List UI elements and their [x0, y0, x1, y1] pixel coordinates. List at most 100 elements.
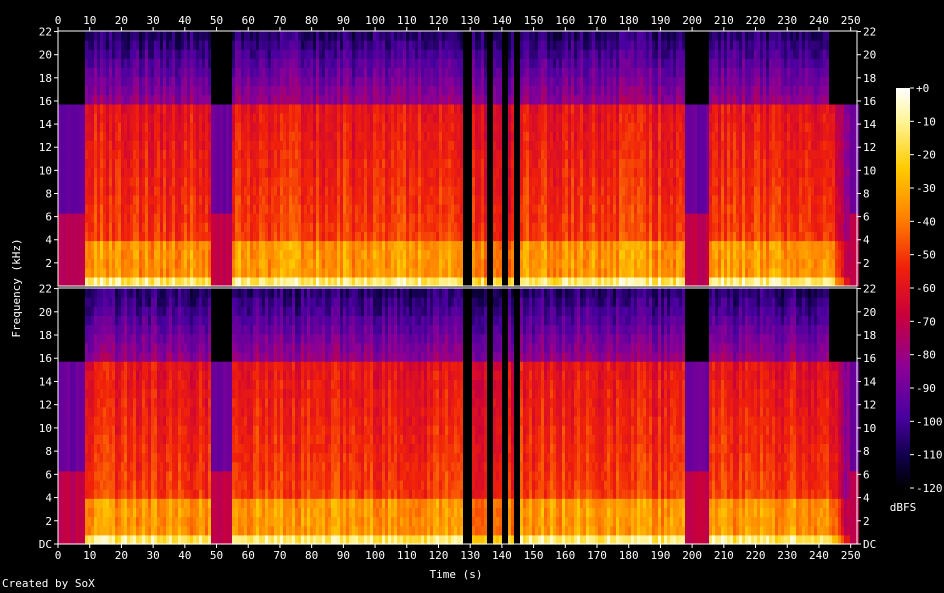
- spectrogram-cell: [85, 213, 88, 223]
- spectrogram-cell: [94, 94, 97, 105]
- spectrogram-cell: [337, 204, 340, 214]
- spectrogram-cell: [583, 158, 586, 169]
- spectrogram-cell: [97, 267, 100, 278]
- spectrogram-cell: [130, 49, 133, 59]
- spectrogram-cell: [424, 213, 427, 223]
- spectrogram-cell: [268, 167, 271, 178]
- spectrogram-cell: [115, 204, 118, 214]
- spectrogram-cell: [427, 213, 430, 223]
- spectrogram-cell: [397, 176, 400, 187]
- spectrogram-cell: [463, 267, 466, 278]
- spectrogram-cell: [454, 122, 457, 132]
- spectrogram-cell: [295, 267, 298, 278]
- spectrogram-cell: [166, 176, 169, 187]
- spectrogram-cell: [274, 240, 277, 251]
- spectrogram-cell: [151, 40, 154, 50]
- spectrogram-cell: [157, 276, 160, 287]
- spectrogram-cell: [475, 113, 478, 123]
- spectrogram-cell: [307, 222, 310, 232]
- spectrogram-cell: [202, 131, 205, 141]
- spectrogram-cell: [178, 40, 181, 50]
- spectrogram-cell: [379, 58, 382, 68]
- spectrogram-cell: [103, 276, 106, 287]
- spectrogram-cell: [514, 176, 517, 187]
- spectrogram-cell: [376, 222, 379, 232]
- spectrogram-cell: [379, 276, 382, 287]
- spectrogram-cell: [247, 249, 250, 260]
- spectrogram-cell: [154, 67, 157, 78]
- spectrogram-cell: [274, 222, 277, 232]
- spectrogram-cell: [433, 158, 436, 169]
- spectrogram-cell: [385, 94, 388, 105]
- spectrogram-cell: [370, 67, 373, 78]
- spectrogram-cell: [553, 49, 556, 59]
- spectrogram-cell: [574, 167, 577, 178]
- spectrogram-cell: [124, 31, 127, 41]
- spectrogram-cell: [106, 40, 109, 50]
- spectrogram-cell: [529, 204, 532, 214]
- spectrogram-cell: [193, 249, 196, 260]
- spectrogram-cell: [310, 222, 313, 232]
- spectrogram-cell: [448, 40, 451, 50]
- spectrogram-cell: [124, 176, 127, 187]
- spectrogram-cell: [376, 158, 379, 169]
- spectrogram-cell: [424, 167, 427, 178]
- spectrogram-cell: [283, 85, 286, 96]
- spectrogram-cell: [502, 140, 505, 150]
- spectrogram-cell: [100, 231, 103, 242]
- spectrogram-cell: [118, 49, 121, 59]
- spectrogram-cell: [331, 131, 334, 141]
- spectrogram-cell: [82, 249, 85, 260]
- spectrogram-cell: [121, 131, 124, 141]
- spectrogram-cell: [394, 176, 397, 187]
- spectrogram-cell: [94, 167, 97, 178]
- spectrogram-cell: [487, 204, 490, 214]
- spectrogram-cell: [136, 122, 139, 132]
- spectrogram-cell: [457, 40, 460, 50]
- spectrogram-cell: [103, 176, 106, 187]
- spectrogram-cell: [271, 204, 274, 214]
- spectrogram-cell: [136, 58, 139, 68]
- spectrogram-cell: [364, 122, 367, 132]
- spectrogram-cell: [478, 258, 481, 269]
- spectrogram-cell: [247, 131, 250, 141]
- spectrogram-cell: [391, 158, 394, 169]
- spectrogram-cell: [79, 31, 82, 41]
- spectrogram-cell: [307, 194, 310, 205]
- spectrogram-cell: [370, 40, 373, 50]
- spectrogram-cell: [355, 94, 358, 105]
- spectrogram-cell: [154, 185, 157, 196]
- spectrogram-cell: [172, 149, 175, 160]
- spectrogram-cell: [379, 149, 382, 160]
- spectrogram-cell: [88, 113, 91, 123]
- spectrogram-cell: [433, 103, 436, 114]
- spectrogram-cell: [490, 31, 493, 41]
- spectrogram-cell: [403, 276, 406, 287]
- spectrogram-cell: [118, 40, 121, 50]
- spectrogram-cell: [112, 249, 115, 260]
- spectrogram-cell: [517, 276, 520, 287]
- spectrogram-cell: [271, 249, 274, 260]
- spectrogram-cell: [304, 85, 307, 96]
- spectrogram-cell: [244, 213, 247, 223]
- spectrogram-cell: [355, 194, 358, 205]
- spectrogram-cell: [280, 58, 283, 68]
- spectrogram-cell: [61, 240, 64, 251]
- spectrogram-cell: [214, 204, 217, 214]
- spectrogram-cell: [361, 267, 364, 278]
- spectrogram-cell: [178, 213, 181, 223]
- spectrogram-cell: [322, 176, 325, 187]
- spectrogram-cell: [526, 276, 529, 287]
- spectrogram-cell: [295, 185, 298, 196]
- spectrogram-cell: [337, 249, 340, 260]
- spectrogram-cell: [484, 158, 487, 169]
- spectrogram-cell: [154, 194, 157, 205]
- spectrogram-cell: [517, 94, 520, 105]
- spectrogram-cell: [448, 113, 451, 123]
- spectrogram-cell: [238, 131, 241, 141]
- spectrogram-cell: [145, 149, 148, 160]
- spectrogram-cell: [295, 231, 298, 242]
- spectrogram-cell: [451, 31, 454, 41]
- spectrogram-cell: [94, 185, 97, 196]
- spectrogram-cell: [61, 176, 64, 187]
